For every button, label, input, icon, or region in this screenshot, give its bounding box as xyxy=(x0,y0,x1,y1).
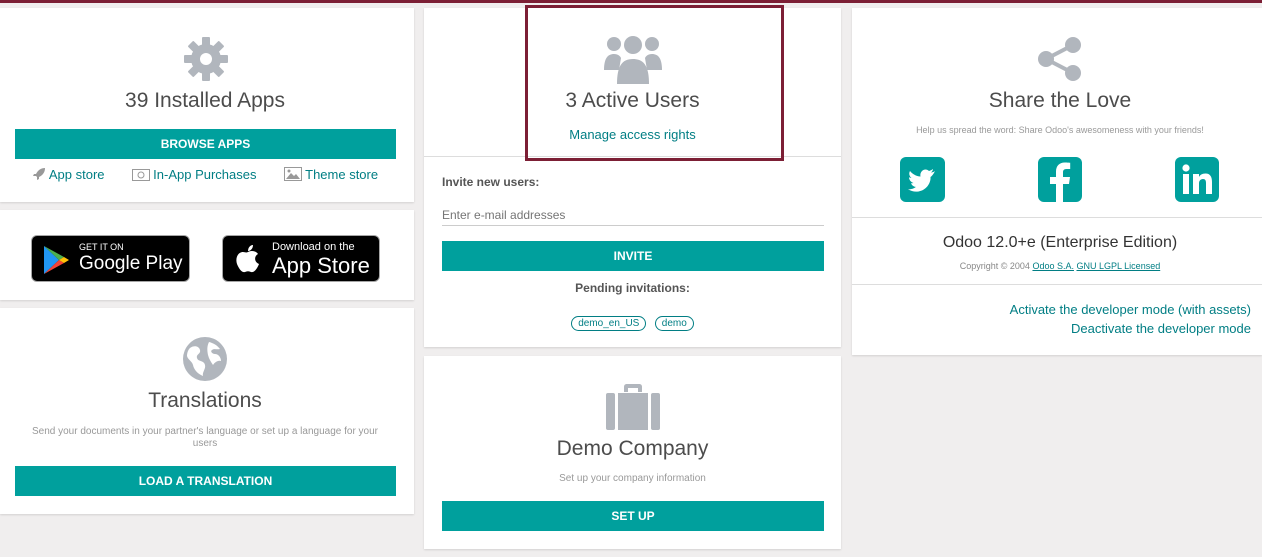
load-translation-button[interactable]: LOAD A TRANSLATION xyxy=(15,466,396,496)
version-divider xyxy=(852,284,1262,285)
pending-invitation-badge[interactable]: demo xyxy=(654,316,694,331)
google-play-badge[interactable]: GET IT ON Google Play xyxy=(31,235,190,282)
invite-button[interactable]: INVITE xyxy=(442,241,824,271)
twitter-button[interactable] xyxy=(900,157,945,202)
facebook-button[interactable] xyxy=(1038,157,1082,202)
share-title: Share the Love xyxy=(988,89,1132,112)
invite-heading: Invite new users: xyxy=(442,175,540,189)
set-up-button[interactable]: SET UP xyxy=(442,501,824,531)
installed-apps-title: 39 Installed Apps xyxy=(125,89,285,112)
browse-apps-button[interactable]: BROWSE APPS xyxy=(15,129,396,159)
in-app-purchases-link[interactable]: In-App Purchases xyxy=(132,167,257,182)
email-input[interactable] xyxy=(442,204,824,226)
app-store-badge[interactable]: Download on the App Store xyxy=(222,235,380,282)
twitter-icon xyxy=(908,169,935,192)
app-store-big-text: App Store xyxy=(272,253,370,278)
company-card: Demo Company Set up your company informa… xyxy=(424,356,841,549)
app-store-link[interactable]: App store xyxy=(32,167,105,182)
app-store-links: App store In-App Purchases Theme store xyxy=(0,167,410,182)
briefcase-icon xyxy=(606,384,660,430)
pending-invitation-badge[interactable]: demo_en_US xyxy=(571,316,647,331)
rocket-icon xyxy=(32,168,45,180)
pending-invitations-list: demo_en_US demo xyxy=(424,313,841,331)
translations-title: Translations xyxy=(148,389,262,412)
money-icon xyxy=(132,169,151,181)
share-icon xyxy=(1038,37,1081,81)
in-app-purchases-label: In-App Purchases xyxy=(153,167,257,182)
top-bar xyxy=(0,0,1262,3)
share-description: Help us spread the word: Share Odoo's aw… xyxy=(916,125,1204,135)
translations-card: Translations Send your documents in your… xyxy=(0,308,414,514)
theme-store-label: Theme store xyxy=(305,167,379,182)
company-description: Set up your company information xyxy=(559,473,706,484)
copyright-line: Copyright © 2004 Odoo S.A. GNU LGPL Lice… xyxy=(852,261,1262,271)
linkedin-icon xyxy=(1182,164,1212,194)
theme-store-link[interactable]: Theme store xyxy=(284,167,378,182)
google-play-small-text: GET IT ON xyxy=(79,242,124,252)
gear-icon xyxy=(184,37,228,81)
license-link[interactable]: GNU LGPL Licensed xyxy=(1077,261,1161,271)
deactivate-developer-mode-link[interactable]: Deactivate the developer mode xyxy=(1071,321,1251,336)
google-play-icon xyxy=(44,246,69,274)
share-card: Share the Love Help us spread the word: … xyxy=(852,8,1262,355)
odoo-version: Odoo 12.0+e (Enterprise Edition) xyxy=(942,234,1178,251)
app-store-small-text: Download on the xyxy=(272,241,355,253)
picture-icon xyxy=(284,167,303,181)
mobile-apps-card: GET IT ON Google Play Download on the Ap… xyxy=(0,210,414,300)
odoo-sa-link[interactable]: Odoo S.A. xyxy=(1032,261,1074,271)
copyright-prefix: Copyright © 2004 xyxy=(959,261,1033,271)
company-title: Demo Company xyxy=(556,437,709,460)
translations-description: Send your documents in your partner's la… xyxy=(31,426,378,449)
globe-icon xyxy=(183,337,227,381)
highlight-box xyxy=(525,5,784,161)
apple-icon xyxy=(236,245,259,273)
installed-apps-card: 39 Installed Apps BROWSE APPS App store … xyxy=(0,8,414,202)
app-store-label: App store xyxy=(48,167,105,182)
activate-developer-mode-link[interactable]: Activate the developer mode (with assets… xyxy=(1010,302,1251,317)
share-divider xyxy=(852,217,1262,218)
google-play-big-text: Google Play xyxy=(79,253,183,274)
facebook-icon xyxy=(1050,162,1071,202)
linkedin-button[interactable] xyxy=(1175,157,1219,202)
pending-heading: Pending invitations: xyxy=(575,281,690,295)
